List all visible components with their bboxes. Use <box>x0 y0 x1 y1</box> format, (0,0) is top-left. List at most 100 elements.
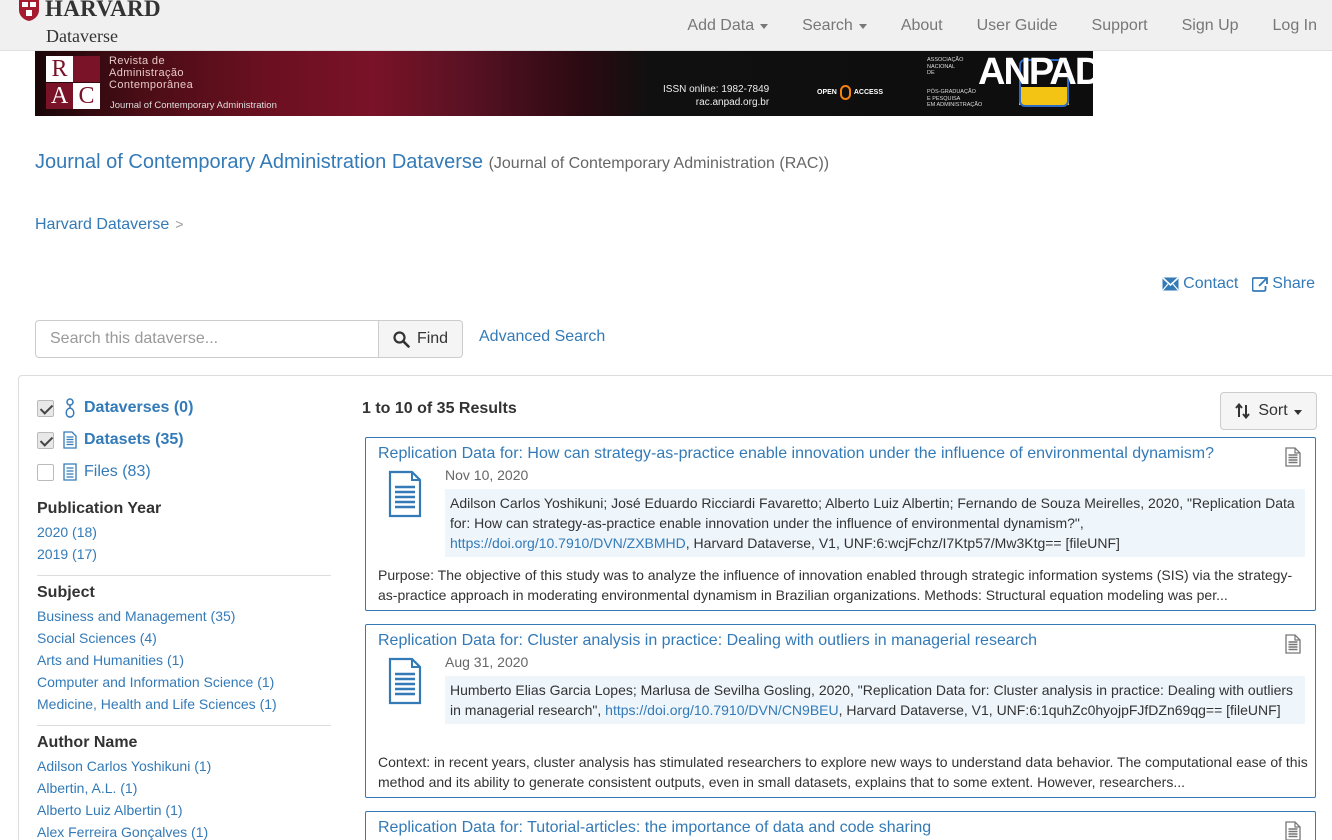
sort-icon <box>1235 403 1251 419</box>
facet-item-year-2020[interactable]: 2020 (18) <box>37 524 97 540</box>
sort-label: Sort <box>1258 402 1288 419</box>
banner-line-3: Contemporânea <box>109 79 194 91</box>
facet-item-subject[interactable]: Social Sciences (4) <box>37 630 157 646</box>
facet-item-author[interactable]: Alberto Luiz Albertin (1) <box>37 802 183 818</box>
results-count: 1 to 10 of 35 Results <box>362 400 517 417</box>
nav-support[interactable]: Support <box>1092 17 1148 35</box>
rac-logo: R A C <box>46 56 102 110</box>
dataverses-label: Dataverses (0) <box>84 399 194 416</box>
citation-tail: , Harvard Dataverse, V1, UNF:6:wcjFchz/I… <box>685 535 1120 551</box>
facet-item-year-2019[interactable]: 2019 (17) <box>37 546 97 562</box>
nav-log-in[interactable]: Log In <box>1273 17 1317 35</box>
doi-link[interactable]: https://doi.org/10.7910/DVN/CN9BEU <box>605 702 838 718</box>
facet-item-subject[interactable]: Arts and Humanities (1) <box>37 652 184 668</box>
anpad-assoc-bottom: PÓS-GRADUAÇÃO E PESQUISA EM ADMINISTRAÇÃ… <box>927 89 983 108</box>
dataverse-affiliation: (Journal of Contemporary Administration … <box>488 155 830 172</box>
dataverse-banner: R A C Revista de Administração Contempor… <box>35 51 1093 116</box>
facet-item-author[interactable]: Adilson Carlos Yoshikuni (1) <box>37 758 211 774</box>
dataverse-title-text[interactable]: Journal of Contemporary Administration D… <box>35 151 483 173</box>
journal-url: rac.anpad.org.br <box>695 97 770 108</box>
access-text: ACCESS <box>853 89 884 96</box>
citation-text: Adilson Carlos Yoshikuni; José Eduardo R… <box>450 495 1295 531</box>
open-access-badge: OPEN ACCESS <box>817 85 883 100</box>
result-date: Aug 31, 2020 <box>445 654 529 670</box>
breadcrumb-separator: > <box>175 216 184 232</box>
nav-links: Add Data Search About User Guide Support… <box>653 0 1317 51</box>
brand-dataverse-text: Dataverse <box>46 26 118 46</box>
find-button-label: Find <box>416 330 449 347</box>
nav-about[interactable]: About <box>901 17 943 35</box>
facet-heading-subject: Subject <box>37 584 95 601</box>
nav-add-data[interactable]: Add Data <box>687 16 769 35</box>
caret-down-icon <box>1293 409 1302 415</box>
facet-divider <box>37 725 331 726</box>
advanced-search-link[interactable]: Advanced Search <box>479 328 605 346</box>
navbar: HARVARD Dataverse Add Data Search About … <box>0 0 1332 51</box>
sort-button[interactable]: Sort <box>1220 392 1317 430</box>
result-date: Nov 10, 2020 <box>445 467 529 483</box>
banner-line-2: Administração <box>109 67 184 79</box>
files-checkbox[interactable] <box>37 463 54 481</box>
facet-divider <box>37 575 331 576</box>
share-label: Share <box>1272 275 1315 292</box>
facet-item-author[interactable]: Alex Ferreira Gonçalves (1) <box>37 824 208 840</box>
result-citation: Humberto Elias Garcia Lopes; Marlusa de … <box>445 676 1305 724</box>
issn-text: ISSN online: 1982-7849 <box>663 84 770 95</box>
nav-user-guide[interactable]: User Guide <box>977 17 1058 35</box>
nav-add-data-label: Add Data <box>687 16 755 34</box>
facet-toggle-datasets[interactable]: Datasets (35) <box>37 430 184 450</box>
dataset-large-icon <box>388 657 422 705</box>
result-description: Context: in recent years, cluster analys… <box>378 754 1308 790</box>
find-button[interactable]: Find <box>378 320 463 358</box>
datasets-label: Datasets (35) <box>84 431 184 448</box>
breadcrumb-harvard-dataverse[interactable]: Harvard Dataverse <box>35 216 169 233</box>
dataverses-checkbox[interactable] <box>37 399 54 417</box>
contact-button[interactable]: Contact <box>1162 275 1238 293</box>
result-card: Replication Data for: Cluster analysis i… <box>365 624 1316 798</box>
brand-harvard-text: HARVARD <box>45 0 161 21</box>
banner-journal-name: Journal of Contemporary Administration <box>110 100 277 111</box>
dataverse-actions: Contact Share <box>1148 275 1315 293</box>
result-title-link[interactable]: Replication Data for: Tutorial-articles:… <box>378 819 931 837</box>
rac-letter-r: R <box>46 56 73 82</box>
facet-item-subject[interactable]: Business and Management (35) <box>37 608 235 624</box>
datasets-checkbox[interactable] <box>37 431 54 449</box>
nav-search[interactable]: Search <box>802 17 867 35</box>
facet-heading-publication-year: Publication Year <box>37 500 162 517</box>
rac-letter-a: A <box>46 83 73 109</box>
result-title-link[interactable]: Replication Data for: How can strategy-a… <box>378 445 1214 463</box>
search-icon <box>393 330 410 348</box>
breadcrumb: Harvard Dataverse > <box>35 216 183 234</box>
anpad-assoc-top: ASSOCIAÇÃO NACIONAL DE <box>927 57 964 76</box>
facet-toggle-files[interactable]: Files (83) <box>37 462 151 482</box>
banner-issn: ISSN online: 1982-7849 rac.anpad.org.br <box>663 83 769 109</box>
facet-item-author[interactable]: Albertin, A.L. (1) <box>37 780 137 796</box>
file-icon <box>62 462 78 482</box>
anpad-logo-text: ANPAD <box>978 51 1093 93</box>
result-title-link[interactable]: Replication Data for: Cluster analysis i… <box>378 632 1037 650</box>
caret-down-icon <box>760 24 769 29</box>
envelope-icon <box>1162 277 1179 291</box>
facet-item-subject[interactable]: Medicine, Health and Life Sciences (1) <box>37 696 277 712</box>
dataverse-title[interactable]: Journal of Contemporary Administration D… <box>35 151 829 174</box>
rac-letter-c: C <box>73 83 100 109</box>
open-access-icon <box>839 85 851 100</box>
result-card: Replication Data for: Tutorial-articles:… <box>365 811 1316 840</box>
dataset-large-icon <box>388 470 422 518</box>
open-text: OPEN <box>817 89 837 96</box>
dataset-icon <box>62 430 78 450</box>
facet-toggle-dataverses[interactable]: Dataverses (0) <box>37 398 193 418</box>
doi-link[interactable]: https://doi.org/10.7910/DVN/ZXBMHD <box>450 535 686 551</box>
harvard-dataverse-logo[interactable]: HARVARD Dataverse <box>18 0 178 48</box>
search-input[interactable] <box>35 320 379 358</box>
caret-down-icon <box>858 24 867 29</box>
citation-tail: , Harvard Dataverse, V1, UNF:6:1quhZc0hy… <box>838 702 1281 718</box>
share-icon <box>1252 276 1269 292</box>
harvard-shield-icon <box>19 0 39 21</box>
nav-sign-up[interactable]: Sign Up <box>1182 17 1239 35</box>
files-label: Files (83) <box>84 463 151 480</box>
facet-heading-author: Author Name <box>37 734 138 751</box>
dataset-small-icon <box>1285 447 1301 467</box>
facet-item-subject[interactable]: Computer and Information Science (1) <box>37 674 274 690</box>
share-button[interactable]: Share <box>1252 275 1315 293</box>
